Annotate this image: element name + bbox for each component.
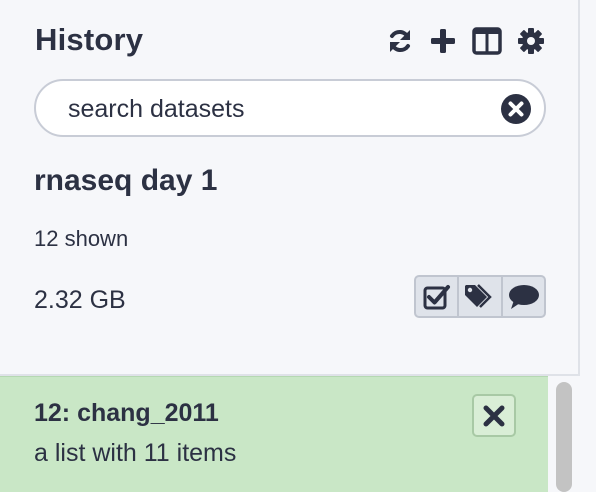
clear-search-icon[interactable] bbox=[500, 93, 532, 125]
shown-count: 12 shown bbox=[34, 226, 129, 251]
gear-icon[interactable] bbox=[515, 25, 547, 57]
search-input[interactable] bbox=[68, 93, 488, 125]
plus-icon[interactable] bbox=[427, 25, 459, 57]
select-all-button[interactable] bbox=[416, 277, 460, 316]
tags-button[interactable] bbox=[459, 277, 503, 316]
search-box bbox=[34, 79, 546, 137]
tags-icon bbox=[464, 283, 492, 308]
dataset-subtitle: a list with 11 items bbox=[34, 439, 237, 467]
history-panel: History search datasets rnaseq day 1 12 … bbox=[0, 0, 580, 492]
history-actions bbox=[414, 275, 546, 318]
history-name[interactable]: rnaseq day 1 bbox=[34, 164, 217, 198]
annotation-icon bbox=[509, 284, 540, 309]
panel-title: History bbox=[35, 22, 144, 57]
select-all-icon bbox=[423, 284, 450, 309]
dataset-item[interactable]: 12: chang_2011 a list with 11 items bbox=[0, 376, 548, 492]
annotation-button[interactable] bbox=[503, 277, 544, 316]
history-size: 2.32 GB bbox=[34, 286, 126, 314]
refresh-icon[interactable] bbox=[384, 25, 416, 57]
scrollbar-thumb[interactable] bbox=[556, 382, 572, 492]
delete-dataset-button[interactable] bbox=[472, 394, 516, 437]
columns-icon[interactable] bbox=[471, 25, 503, 57]
close-icon bbox=[483, 405, 505, 426]
dataset-title[interactable]: 12: chang_2011 bbox=[34, 399, 219, 428]
history-header: History bbox=[35, 22, 547, 58]
